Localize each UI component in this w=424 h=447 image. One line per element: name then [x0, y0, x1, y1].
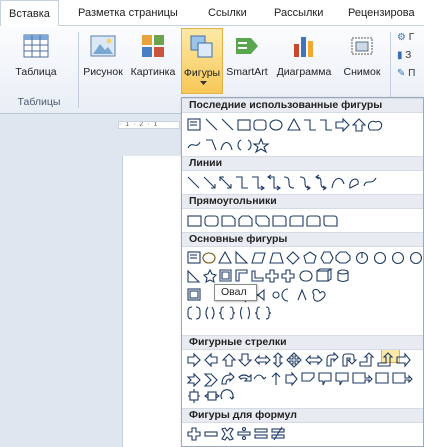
tab-references[interactable]: Ссылки: [208, 7, 247, 19]
chart-label: Диаграмма: [276, 66, 332, 78]
picture-button[interactable]: Рисунок: [82, 28, 124, 86]
shapes-dropdown: Последние использованные фигуры Линии Пр…: [181, 97, 424, 447]
section-rectangles: Прямоугольники: [182, 194, 423, 209]
tab-insert[interactable]: Вставка: [0, 0, 59, 27]
shapes-button[interactable]: Фигуры: [181, 28, 223, 94]
shapes-label: Фигуры: [183, 67, 221, 79]
clipart-label: Картинка: [130, 66, 176, 78]
ribbon-tab-bar: Вставка Разметка страницы Ссылки Рассылк…: [0, 0, 424, 27]
section-recent-shapes: Последние использованные фигуры: [182, 98, 423, 113]
equation-shapes-row[interactable]: [186, 425, 422, 443]
rectangle-shapes-grid[interactable]: [186, 212, 422, 230]
block-arrows-rows[interactable]: [186, 351, 422, 407]
block-arrows-grid[interactable]: [186, 351, 422, 407]
section-block-arrows: Фигурные стрелки: [182, 335, 423, 350]
table-icon: [23, 34, 49, 58]
oval-tooltip: Овал: [214, 284, 257, 301]
side-item-label: Г: [408, 32, 415, 43]
crossref-item[interactable]: ✎ П: [397, 68, 424, 82]
screenshot-icon: [351, 37, 373, 55]
recent-shapes-grid[interactable]: [186, 116, 422, 156]
chart-button[interactable]: Диаграмма: [272, 28, 336, 86]
tables-group-label: Таблицы: [17, 96, 61, 108]
side-item-label: З: [405, 50, 412, 61]
equation-shapes-grid[interactable]: [186, 425, 422, 443]
smartart-label: SmartArt: [226, 66, 268, 78]
table-button[interactable]: Таблица: [8, 28, 64, 86]
line-shapes-grid[interactable]: [186, 174, 422, 192]
document-page[interactable]: [122, 156, 182, 447]
tab-mailings[interactable]: Рассылки: [274, 7, 323, 19]
rectangles-row[interactable]: [186, 212, 422, 230]
chart-icon: [294, 37, 313, 57]
picture-icon: [90, 35, 116, 57]
bookmark-item[interactable]: ▮ З: [397, 50, 424, 64]
screenshot-label: Снимок: [343, 66, 381, 78]
clipart-icon: [142, 35, 164, 57]
screenshot-button[interactable]: Снимок: [338, 28, 386, 86]
chevron-down-icon: [200, 81, 207, 85]
shapes-icon: [190, 35, 213, 58]
hyperlink-item[interactable]: ⚙ Г: [397, 32, 424, 46]
horizontal-ruler[interactable]: · 1 · 2 · 1: [118, 121, 180, 129]
section-lines: Линии: [182, 156, 423, 171]
smartart-icon: [236, 38, 258, 54]
recent-shapes-row[interactable]: [186, 116, 422, 154]
group-separator: [78, 32, 79, 108]
smartart-button[interactable]: SmartArt: [225, 28, 269, 86]
picture-label: Рисунок: [83, 66, 123, 78]
tab-page-layout[interactable]: Разметка страницы: [78, 7, 178, 19]
lines-row[interactable]: [186, 174, 422, 192]
side-item-label: П: [408, 68, 416, 79]
tab-review[interactable]: Рецензирова: [348, 7, 415, 19]
section-basic-shapes: Основные фигуры: [182, 232, 423, 247]
clipart-button[interactable]: Картинка: [127, 28, 179, 86]
table-label: Таблица: [15, 66, 57, 78]
section-equation-shapes: Фигуры для формул: [182, 408, 423, 423]
